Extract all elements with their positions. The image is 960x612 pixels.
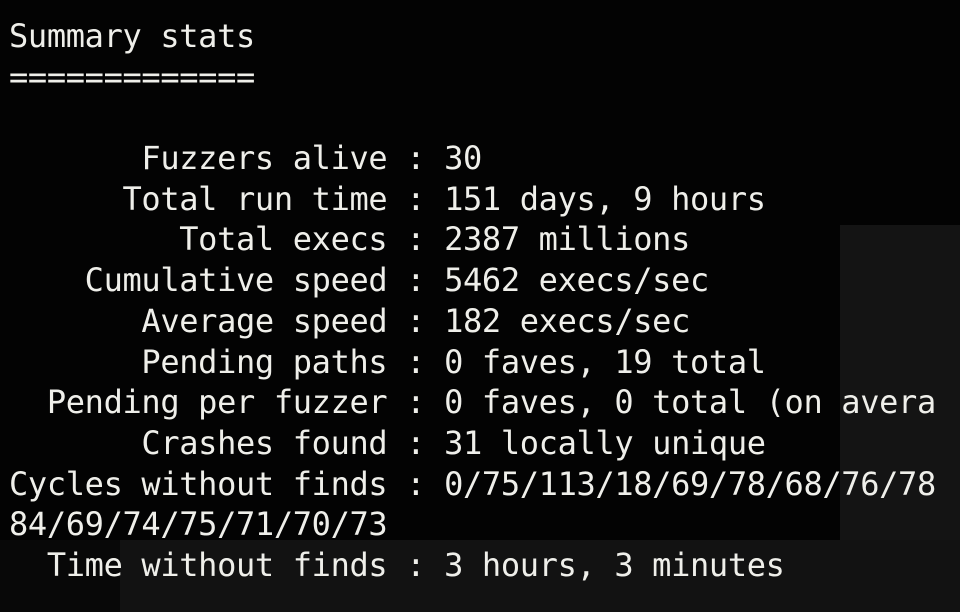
separator: : bbox=[387, 383, 445, 422]
stat-time-without-finds: Time without finds : 3 hours, 3 minutes bbox=[9, 545, 936, 586]
stat-value: 0 faves, 19 total bbox=[444, 342, 766, 381]
separator: : bbox=[387, 139, 445, 178]
stat-pending-per-fuzzer: Pending per fuzzer : 0 faves, 0 total (o… bbox=[9, 382, 936, 423]
stat-value: 2387 millions bbox=[444, 220, 690, 259]
stat-label: Cumulative speed bbox=[9, 261, 388, 300]
stat-label: Pending per fuzzer bbox=[9, 383, 388, 422]
stat-cycles-without-finds: Cycles without finds : 0/75/113/18/69/78… bbox=[9, 464, 936, 505]
stat-value: 182 execs/sec bbox=[444, 301, 690, 340]
stat-crashes-found: Crashes found : 31 locally unique bbox=[9, 423, 936, 464]
separator: : bbox=[387, 220, 445, 259]
summary-title: Summary stats bbox=[9, 17, 255, 55]
stat-label: Average speed bbox=[9, 301, 388, 340]
stat-value: 30 bbox=[444, 139, 482, 178]
stat-value: 151 days, 9 hours bbox=[444, 179, 766, 218]
separator: : bbox=[387, 179, 445, 218]
stat-value: 5462 execs/sec bbox=[444, 261, 709, 300]
stat-value: 3 hours, 3 minutes bbox=[444, 545, 785, 584]
terminal-output: Summary stats ============= Fuzzers alive… bbox=[9, 16, 936, 586]
stat-value: 31 locally unique bbox=[444, 423, 766, 462]
stat-total-run-time: Total run time : 151 days, 9 hours bbox=[9, 179, 936, 220]
stat-value: 0 faves, 0 total (on avera bbox=[444, 383, 936, 422]
stat-total-execs: Total execs : 2387 millions bbox=[9, 219, 936, 260]
separator: : bbox=[387, 545, 445, 584]
stat-average-speed: Average speed : 182 execs/sec bbox=[9, 301, 936, 342]
stat-label: Pending paths bbox=[9, 342, 388, 381]
stat-value: 0/75/113/18/69/78/68/76/78 bbox=[444, 464, 936, 503]
stat-label: Total run time bbox=[9, 179, 388, 218]
stat-pending-paths: Pending paths : 0 faves, 19 total bbox=[9, 342, 936, 383]
stat-label: Total execs bbox=[9, 220, 388, 259]
separator: : bbox=[387, 423, 445, 462]
stat-fuzzers-alive: Fuzzers alive : 30 bbox=[9, 138, 936, 179]
separator: : bbox=[387, 342, 445, 381]
separator: : bbox=[387, 301, 445, 340]
stat-cycles-wrapped: 84/69/74/75/71/70/73 bbox=[9, 505, 388, 544]
stat-cumulative-speed: Cumulative speed : 5462 execs/sec bbox=[9, 260, 936, 301]
title-underline: ============= bbox=[9, 57, 255, 96]
stat-label: Cycles without finds bbox=[9, 464, 388, 503]
separator: : bbox=[387, 464, 445, 503]
separator: : bbox=[387, 261, 445, 300]
stat-label: Fuzzers alive bbox=[9, 139, 388, 178]
stat-label: Crashes found bbox=[9, 423, 388, 462]
stat-label: Time without finds bbox=[9, 545, 388, 584]
